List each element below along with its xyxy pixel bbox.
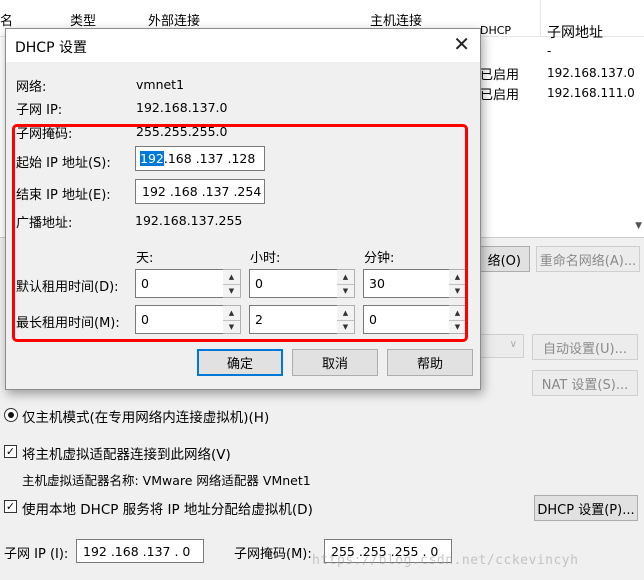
- start-ip-input[interactable]: 192 .168 .137 .128: [135, 146, 265, 171]
- network-label: 网络:: [16, 80, 47, 95]
- end-ip-label: 结束 IP 地址(E):: [16, 188, 111, 203]
- spin-up-icon[interactable]: ▲: [337, 306, 354, 321]
- spin-up-icon[interactable]: ▲: [223, 270, 240, 285]
- use-dhcp-label: 使用本地 DHCP 服务将 IP 地址分配给虚拟机(D): [22, 502, 313, 518]
- hours-column-label: 小时:: [250, 251, 281, 266]
- spin-up-icon[interactable]: ▲: [449, 306, 466, 321]
- row-subnet: 192.168.137.0: [547, 66, 635, 80]
- dhcp-settings-dialog: DHCP 设置 ✕ 网络: vmnet1 子网 IP: 192.168.137.…: [5, 28, 481, 390]
- start-ip-label: 起始 IP 地址(S):: [16, 156, 111, 171]
- col-header-name[interactable]: 名: [0, 10, 13, 29]
- adapter-select[interactable]: ∨: [478, 334, 524, 358]
- adapter-name-text: 主机虚拟适配器名称: VMware 网络适配器 VMnet1: [22, 473, 311, 488]
- max-lease-label: 最长租用时间(M):: [16, 316, 120, 331]
- max-lease-days-value[interactable]: 0: [135, 305, 224, 334]
- broadcast-value: 192.168.137.255: [135, 213, 243, 228]
- help-button[interactable]: 帮助: [387, 349, 473, 376]
- default-lease-days-spinner[interactable]: 0 ▲ ▼: [135, 269, 241, 298]
- ok-button[interactable]: 确定: [197, 349, 283, 376]
- dhcp-settings-button[interactable]: DHCP 设置(P)...: [534, 495, 638, 521]
- broadcast-label: 广播地址:: [16, 216, 73, 231]
- max-lease-minutes-spinner[interactable]: 0 ▲ ▼: [363, 305, 467, 334]
- dialog-titlebar[interactable]: DHCP 设置 ✕: [6, 29, 480, 62]
- watermark: https://blog.csdn.net/cckevincyh: [312, 553, 579, 568]
- max-lease-days-spinner[interactable]: 0 ▲ ▼: [135, 305, 241, 334]
- spin-down-icon[interactable]: ▼: [337, 284, 354, 298]
- subnet-mask-value: 255.255.255.0: [136, 124, 228, 139]
- spin-down-icon[interactable]: ▼: [449, 284, 466, 298]
- rename-network-button[interactable]: 重命名网络(A)...: [536, 246, 640, 272]
- default-lease-minutes-spinner[interactable]: 30 ▲ ▼: [363, 269, 467, 298]
- spin-down-icon[interactable]: ▼: [449, 320, 466, 334]
- subnet-ip-label: 子网 IP (I):: [4, 547, 69, 562]
- row-subnet: 192.168.111.0: [547, 86, 635, 100]
- default-lease-hours-value[interactable]: 0: [249, 269, 338, 298]
- host-only-radio[interactable]: [4, 408, 18, 422]
- use-dhcp-checkbox[interactable]: ✓: [4, 500, 17, 513]
- connect-adapter-checkbox[interactable]: ✓: [4, 445, 17, 458]
- start-ip-selection: 192: [140, 151, 164, 166]
- auto-settings-button[interactable]: 自动设置(U)...: [532, 334, 638, 360]
- spin-down-icon[interactable]: ▼: [223, 284, 240, 298]
- network-value: vmnet1: [136, 77, 185, 92]
- col-header-dhcp[interactable]: DHCP: [480, 24, 511, 37]
- subnet-mask-label: 子网掩码(M):: [234, 547, 312, 562]
- minutes-column-label: 分钟:: [364, 251, 395, 266]
- spin-up-icon[interactable]: ▲: [337, 270, 354, 285]
- scroll-down-icon[interactable]: ▼: [635, 221, 642, 231]
- max-lease-hours-value[interactable]: 2: [249, 305, 338, 334]
- default-lease-hours-spinner[interactable]: 0 ▲ ▼: [249, 269, 355, 298]
- row-dhcp: 已启用: [480, 88, 520, 103]
- end-ip-input[interactable]: 192 .168 .137 .254: [135, 179, 265, 204]
- spin-down-icon[interactable]: ▼: [223, 320, 240, 334]
- row-dhcp: 已启用: [480, 68, 520, 83]
- col-header-type[interactable]: 类型: [70, 10, 96, 29]
- connect-adapter-label: 将主机虚拟适配器连接到此网络(V): [22, 447, 231, 463]
- spin-down-icon[interactable]: ▼: [337, 320, 354, 334]
- spin-up-icon[interactable]: ▲: [449, 270, 466, 285]
- row-subnet: -: [547, 44, 552, 58]
- subnet-ip-label: 子网 IP:: [16, 103, 63, 118]
- default-lease-minutes-value[interactable]: 30: [363, 269, 450, 298]
- default-lease-days-value[interactable]: 0: [135, 269, 224, 298]
- host-only-label: 仅主机模式(在专用网络内连接虚拟机)(H): [22, 410, 270, 426]
- nat-settings-button[interactable]: NAT 设置(S)...: [532, 370, 638, 396]
- chevron-down-icon: ∨: [509, 339, 517, 350]
- max-lease-hours-spinner[interactable]: 2 ▲ ▼: [249, 305, 355, 334]
- col-header-external[interactable]: 外部连接: [148, 10, 200, 29]
- cancel-button[interactable]: 取消: [292, 349, 378, 376]
- dialog-title: DHCP 设置: [15, 40, 87, 56]
- default-lease-label: 默认租用时间(D):: [16, 280, 119, 295]
- subnet-ip-input[interactable]: 192 .168 .137 . 0: [76, 539, 204, 563]
- max-lease-minutes-value[interactable]: 0: [363, 305, 450, 334]
- subnet-mask-label: 子网掩码:: [16, 127, 73, 142]
- col-header-host[interactable]: 主机连接: [370, 10, 422, 29]
- spin-up-icon[interactable]: ▲: [223, 306, 240, 321]
- col-header-subnet[interactable]: 子网地址: [547, 22, 603, 42]
- subnet-ip-value: 192.168.137.0: [136, 100, 228, 115]
- days-column-label: 天:: [136, 251, 154, 266]
- close-icon[interactable]: ✕: [453, 33, 470, 55]
- start-ip-rest: .168 .137 .128: [163, 151, 256, 166]
